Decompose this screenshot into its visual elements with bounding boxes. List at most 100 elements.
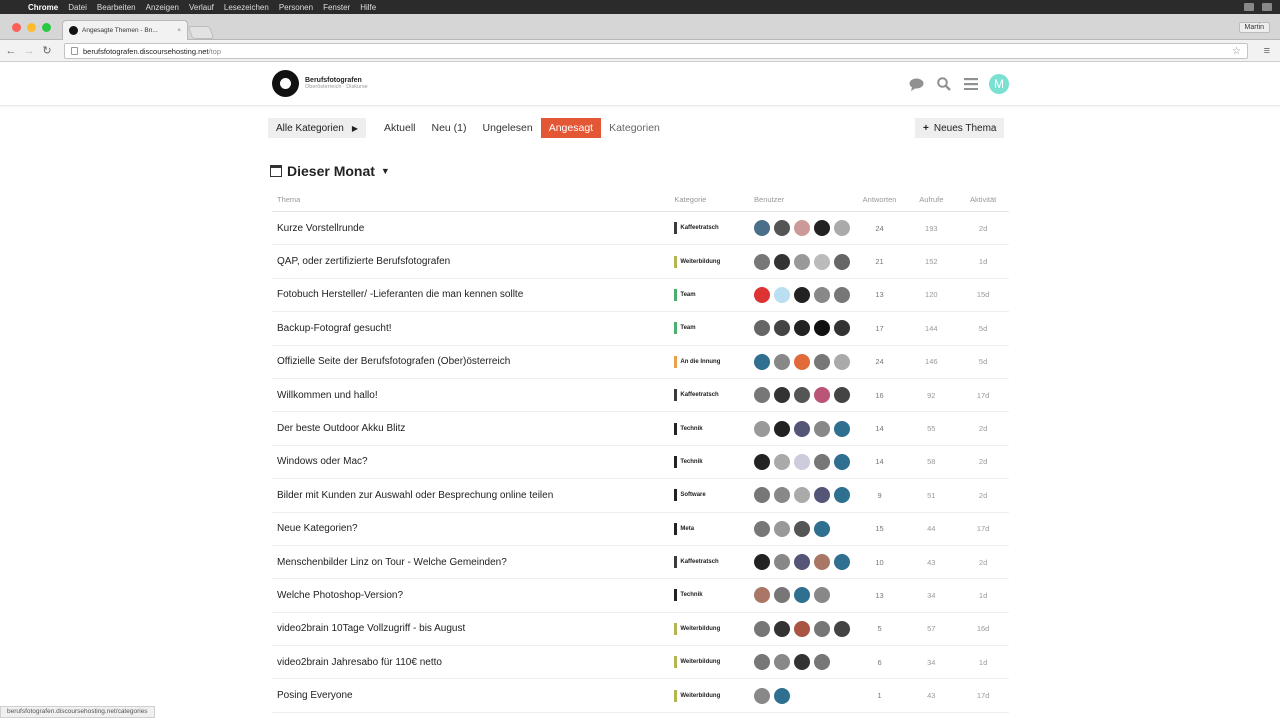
poster-avatar[interactable] [814,554,831,571]
topic-activity[interactable]: 2d [957,424,1009,433]
topic-activity[interactable]: 17d [957,391,1009,400]
poster-avatar[interactable] [834,387,851,404]
topic-category-badge[interactable]: Team [674,288,754,301]
poster-avatar[interactable] [794,320,811,337]
poster-avatar[interactable] [814,587,831,604]
topic-row[interactable]: Fotobuch Hersteller/ -Lieferanten die ma… [272,279,1009,313]
menu-item[interactable]: Hilfe [360,3,376,12]
menu-item[interactable]: Datei [68,3,87,12]
poster-avatar[interactable] [814,286,831,303]
poster-avatar[interactable] [774,520,791,537]
poster-avatar[interactable] [834,253,851,270]
topic-row[interactable]: Willkommen und hallo! Kaffeetratsch 16 92 17… [272,379,1009,413]
back-icon[interactable]: ← [4,45,18,57]
poster-avatar[interactable] [774,320,791,337]
topic-row[interactable]: Welche Photoshop-Version? Technik 13 34 1d [272,579,1009,613]
poster-avatar[interactable] [794,620,811,637]
menu-item[interactable]: Fenster [323,3,350,12]
poster-avatar[interactable] [774,554,791,571]
poster-avatar[interactable] [834,420,851,437]
topic-category-badge[interactable]: Kaffeetratsch [674,556,754,569]
poster-avatar[interactable] [774,487,791,504]
poster-avatar[interactable] [794,487,811,504]
poster-avatar[interactable] [794,654,811,671]
nav-pill-latest[interactable]: Aktuell [376,118,424,138]
search-icon[interactable] [935,76,952,93]
topic-category-badge[interactable]: Technik [674,455,754,468]
poster-avatar[interactable] [774,420,791,437]
close-tab-icon[interactable]: × [177,27,181,34]
topic-activity[interactable]: 16d [957,624,1009,633]
poster-avatar[interactable] [754,587,771,604]
topic-row[interactable]: Menschenbilder Linz on Tour - Welche Gem… [272,546,1009,580]
topic-title-link[interactable]: Der beste Outdoor Akku Blitz [272,423,674,434]
bookmark-star-icon[interactable]: ☆ [1232,46,1241,57]
poster-avatar[interactable] [754,687,771,704]
site-logo[interactable]: Berufsfotografen Oberösterreich · Diskur… [272,70,368,97]
topic-category-badge[interactable]: Software [674,489,754,502]
menu-app[interactable]: Chrome [28,3,58,12]
poster-avatar[interactable] [814,520,831,537]
topic-row[interactable]: Windows oder Mac? Technik 14 58 2d [272,446,1009,480]
topic-title-link[interactable]: video2brain 10Tage Vollzugriff - bis Aug… [272,623,674,634]
poster-avatar[interactable] [814,487,831,504]
topic-category-badge[interactable]: Team [674,322,754,335]
menu-item[interactable]: Personen [279,3,313,12]
topic-title-link[interactable]: Bilder mit Kunden zur Auswahl oder Bespr… [272,490,674,501]
topic-activity[interactable]: 2d [957,558,1009,567]
chrome-menu-icon[interactable]: ≡ [1264,45,1270,57]
poster-avatar[interactable] [774,353,791,370]
topic-row[interactable]: video2brain 10Tage Vollzugriff - bis Aug… [272,613,1009,647]
topic-activity[interactable]: 17d [957,691,1009,700]
poster-avatar[interactable] [794,520,811,537]
topic-category-badge[interactable]: Technik [674,589,754,602]
poster-avatar[interactable] [794,420,811,437]
poster-avatar[interactable] [814,253,831,270]
poster-avatar[interactable] [834,320,851,337]
poster-avatar[interactable] [754,353,771,370]
topic-category-badge[interactable]: An die Innung [674,355,754,368]
topic-row[interactable]: QAP, oder zertifizierte Berufsfotografen… [272,245,1009,279]
poster-avatar[interactable] [814,220,831,237]
poster-avatar[interactable] [774,286,791,303]
poster-avatar[interactable] [794,253,811,270]
topic-activity[interactable]: 5d [957,324,1009,333]
topic-row[interactable]: Posing Everyone Weiterbildung 1 43 17d [272,679,1009,713]
poster-avatar[interactable] [754,487,771,504]
topic-row[interactable]: video2brain Jahresabo für 110€ netto Weit… [272,646,1009,680]
forward-icon[interactable]: → [22,45,36,57]
list-icon[interactable] [1262,3,1272,11]
maximize-window-icon[interactable] [42,23,51,32]
topic-category-badge[interactable]: Weiterbildung [674,656,754,669]
poster-avatar[interactable] [794,453,811,470]
topic-title-link[interactable]: Kurze Vorstellrunde [272,223,674,234]
profile-button[interactable]: Martin [1238,22,1270,33]
menu-item[interactable]: Bearbeiten [97,3,136,12]
column-replies[interactable]: Antworten [854,195,906,204]
poster-avatar[interactable] [814,654,831,671]
topic-title-link[interactable]: Backup-Fotograf gesucht! [272,323,674,334]
topic-activity[interactable]: 1d [957,591,1009,600]
browser-tab[interactable]: Angesagte Themen - Bn... × [62,20,188,40]
current-user-avatar[interactable]: M [989,74,1009,94]
poster-avatar[interactable] [774,387,791,404]
topic-title-link[interactable]: Menschenbilder Linz on Tour - Welche Gem… [272,557,674,568]
topic-row[interactable]: Backup-Fotograf gesucht! Team 17 144 5d [272,312,1009,346]
poster-avatar[interactable] [834,487,851,504]
topic-title-link[interactable]: Offizielle Seite der Berufsfotografen (O… [272,356,674,367]
topic-title-link[interactable]: Windows oder Mac? [272,456,674,467]
poster-avatar[interactable] [774,587,791,604]
poster-avatar[interactable] [814,353,831,370]
poster-avatar[interactable] [754,620,771,637]
topic-title-link[interactable]: Neue Kategorien? [272,523,674,534]
poster-avatar[interactable] [774,687,791,704]
topic-title-link[interactable]: Fotobuch Hersteller/ -Lieferanten die ma… [272,289,674,300]
minimize-window-icon[interactable] [27,23,36,32]
nav-pill-top[interactable]: Angesagt [540,118,602,138]
poster-avatar[interactable] [834,220,851,237]
poster-avatar[interactable] [754,554,771,571]
poster-avatar[interactable] [834,353,851,370]
close-window-icon[interactable] [12,23,21,32]
topic-activity[interactable]: 17d [957,524,1009,533]
notification-icon[interactable] [1244,3,1254,11]
